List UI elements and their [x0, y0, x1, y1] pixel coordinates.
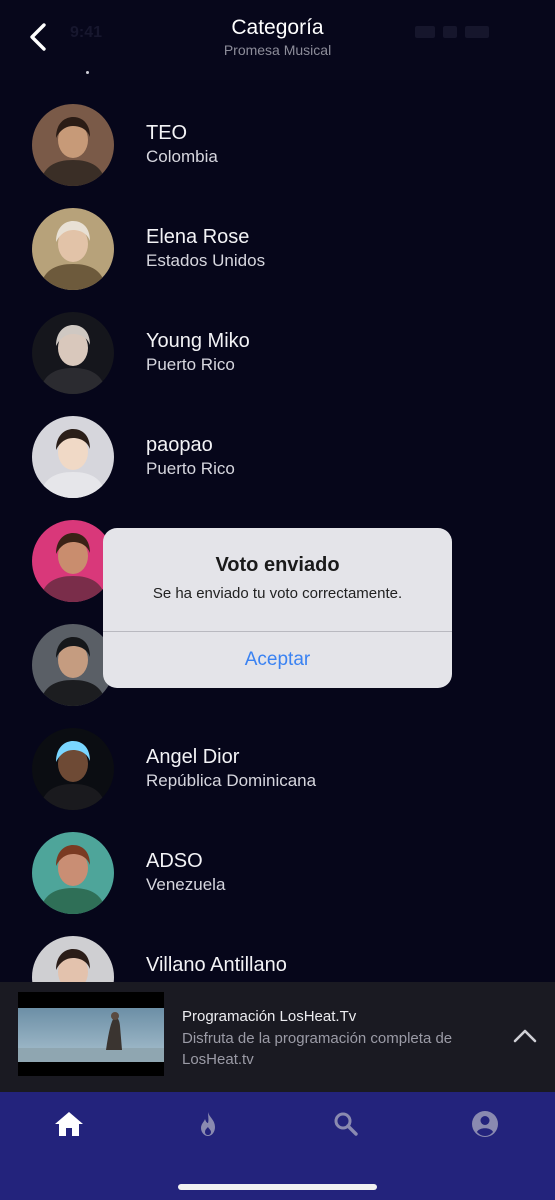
tab-profile[interactable] — [467, 1108, 503, 1140]
chevron-up-icon — [513, 1029, 537, 1043]
alert-message: Se ha enviado tu voto correctamente. — [152, 585, 403, 602]
tab-search[interactable] — [328, 1108, 364, 1140]
profile-icon — [472, 1111, 498, 1137]
tab-home[interactable] — [51, 1108, 87, 1140]
tab-trending[interactable] — [190, 1108, 226, 1140]
search-icon — [334, 1112, 358, 1136]
video-thumbnail[interactable] — [18, 992, 164, 1076]
fire-icon — [201, 1112, 215, 1136]
home-indicator[interactable] — [178, 1184, 377, 1190]
expand-button[interactable] — [509, 1022, 541, 1050]
mini-player-title: Programación LosHeat.Tv — [182, 1008, 357, 1025]
accept-button[interactable]: Aceptar — [103, 632, 452, 688]
mini-player-description: Disfruta de la programación completa de … — [182, 1030, 453, 1068]
mini-player[interactable]: Programación LosHeat.Tv Disfruta de la p… — [0, 982, 555, 1092]
alert-title: Voto enviado — [215, 554, 340, 576]
alert-dialog: Voto enviado Se ha enviado tu voto corre… — [103, 528, 452, 688]
home-icon — [55, 1112, 83, 1136]
